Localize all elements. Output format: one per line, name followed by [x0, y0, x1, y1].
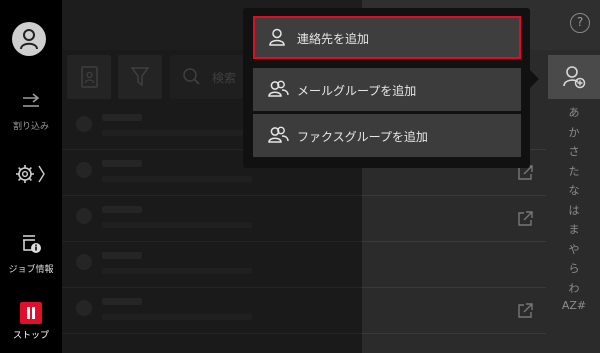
- job-info-label: ジョブ情報: [8, 265, 54, 275]
- help-icon[interactable]: ?: [570, 13, 590, 33]
- group-icon: [268, 80, 289, 97]
- external-link-icon[interactable]: [516, 210, 534, 228]
- index-item[interactable]: わ: [548, 280, 600, 300]
- index-item[interactable]: は: [548, 202, 600, 222]
- job-info-button[interactable]: ジョブ情報: [0, 234, 62, 275]
- menu-item-add-fax-group[interactable]: ファクスグループを追加: [253, 114, 521, 157]
- gear-icon: [16, 165, 45, 183]
- stop-label: ストップ: [12, 331, 49, 341]
- add-contact-button[interactable]: [548, 55, 600, 99]
- menu-item-add-contact[interactable]: 連絡先を追加: [253, 16, 521, 59]
- index-item[interactable]: た: [548, 163, 600, 183]
- group-icon: [268, 126, 289, 143]
- index-item[interactable]: な: [548, 182, 600, 202]
- index-item[interactable]: さ: [548, 143, 600, 163]
- interrupt-button[interactable]: 割り込み: [0, 93, 62, 132]
- menu-item-label: ファクスグループを追加: [297, 130, 428, 144]
- job-info-icon: [23, 235, 41, 253]
- interrupt-icon: [23, 93, 40, 107]
- settings-button[interactable]: [0, 162, 62, 190]
- index-item[interactable]: ら: [548, 260, 600, 280]
- left-sidebar: 割り込み ジョブ情報 ストップ: [0, 0, 62, 353]
- add-person-icon: [563, 66, 586, 89]
- menu-item-add-mail-group[interactable]: メールグループを追加: [253, 68, 521, 111]
- index-item[interactable]: や: [548, 241, 600, 261]
- external-link-icon[interactable]: [516, 302, 534, 320]
- add-menu: 連絡先を追加 メールグループを追加 ファクスグループを追加: [243, 8, 539, 168]
- stop-icon: [20, 302, 42, 324]
- index-item[interactable]: ま: [548, 221, 600, 241]
- person-icon: [269, 28, 285, 46]
- menu-item-label: 連絡先を追加: [297, 32, 370, 46]
- index-item[interactable]: AZ#: [548, 299, 600, 319]
- index-item[interactable]: か: [548, 124, 600, 144]
- menu-item-label: メールグループを追加: [297, 84, 417, 98]
- kana-index: あ か さ た な は ま や ら わ AZ#: [548, 104, 600, 319]
- user-avatar-icon[interactable]: [12, 22, 46, 56]
- stop-button[interactable]: ストップ: [0, 302, 62, 341]
- interrupt-label: 割り込み: [12, 122, 49, 132]
- index-item[interactable]: あ: [548, 104, 600, 124]
